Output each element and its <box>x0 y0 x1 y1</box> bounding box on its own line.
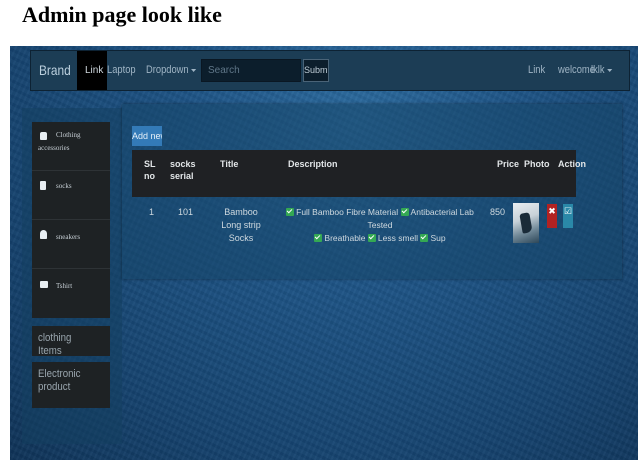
search-input[interactable]: Search <box>201 59 301 82</box>
product-photo <box>513 203 539 243</box>
nav-dropdown[interactable]: Dropdown <box>146 51 197 90</box>
table-header: SL no socks serial Title Description Pri… <box>132 150 586 197</box>
feature-label: Breathable <box>324 233 366 243</box>
navbar: Brand Link Laptop Dropdown Search Submit… <box>30 50 630 91</box>
caret-down-icon <box>607 68 613 72</box>
check-icon <box>400 208 409 216</box>
header-description: Description <box>288 159 338 169</box>
edit-icon: ☑ <box>563 206 573 216</box>
feature-label: Full Bamboo Fibre Material <box>296 207 399 217</box>
navbar-brand[interactable]: Brand <box>39 51 71 90</box>
sidebar-box-label: Electronic product <box>38 368 81 393</box>
submit-button[interactable]: Submit <box>303 59 329 82</box>
check-icon <box>314 234 323 242</box>
nav-link-laptop[interactable]: Laptop <box>107 51 136 90</box>
admin-screenshot: Brand Link Laptop Dropdown Search Submit… <box>10 46 638 460</box>
sidebar-box-label: clothing Items <box>38 332 72 357</box>
check-icon <box>420 234 429 242</box>
sidebar-item-sneakers[interactable]: sneakers <box>32 220 110 269</box>
sidebar-category-sublabel: accessories <box>38 144 70 152</box>
bag-icon <box>40 132 47 140</box>
cell-sl: 1 <box>149 207 155 217</box>
cell-description: Full Bamboo Fibre Material Antibacterial… <box>280 206 480 245</box>
check-icon <box>367 234 376 242</box>
page-heading: Admin page look like <box>22 2 222 27</box>
user-icon <box>40 230 47 239</box>
delete-button[interactable]: ✖ <box>547 204 557 228</box>
sidebar-box-electronic[interactable]: Electronic product <box>32 362 110 408</box>
edit-button[interactable]: ☑ <box>563 204 573 228</box>
header-price: Price <box>497 159 520 169</box>
sidebar-item-socks[interactable]: socks <box>32 171 110 220</box>
caret-down-icon <box>191 68 197 72</box>
header-serial: socks serial <box>170 159 196 181</box>
nav-user-dropdown[interactable]: lklk <box>591 51 613 90</box>
sidebar-category[interactable]: Clothing accessories <box>32 122 110 171</box>
sidebar-box-clothing[interactable]: clothing Items <box>32 326 110 357</box>
header-title: Title <box>220 159 239 169</box>
sidebar-item-label: Tshirt <box>56 282 73 290</box>
nav-dropdown-label: Dropdown <box>146 64 189 76</box>
close-icon: ✖ <box>548 206 556 216</box>
cell-title: Bamboo Long strip Socks <box>221 207 261 243</box>
sidebar-item-label: sneakers <box>56 233 81 241</box>
header-action: Action <box>558 159 586 169</box>
feature-label: Less smell <box>377 233 419 243</box>
header-sl: SL no <box>144 159 156 181</box>
cell-serial: 101 <box>178 207 194 217</box>
add-new-button[interactable]: Add new <box>132 126 162 146</box>
nav-link-right[interactable]: Link <box>528 51 545 90</box>
check-icon <box>286 208 295 216</box>
header-photo: Photo <box>524 159 550 169</box>
sidebar-item-tshirt[interactable]: Tshirt <box>32 269 110 318</box>
bus-icon <box>40 281 48 288</box>
feature-label: Sup <box>430 233 446 243</box>
nav-welcome: welcome <box>558 64 595 76</box>
sidebar-item-label: socks <box>56 182 72 190</box>
sidebar-category-label: Clothing <box>56 131 81 139</box>
nav-link-active[interactable]: Link <box>77 51 107 90</box>
book-icon <box>40 181 46 190</box>
cell-price: 850 <box>490 207 506 217</box>
sidebar-menu: Clothing accessories socks sneakers Tshi… <box>32 122 110 318</box>
nav-user-label: lklk <box>591 64 605 76</box>
